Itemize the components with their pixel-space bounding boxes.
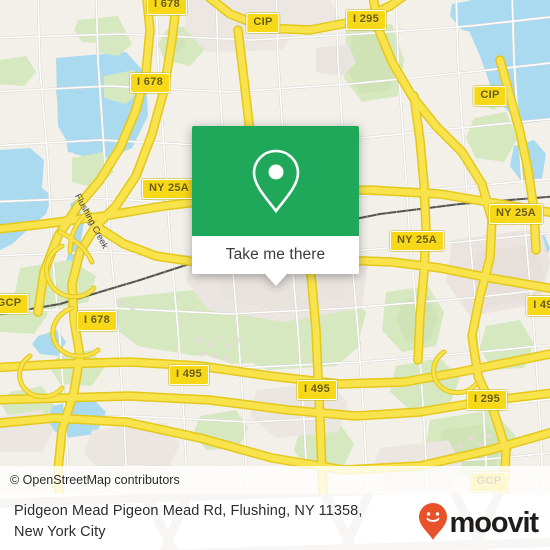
address-line-1: Pidgeon Mead Pigeon Mead Rd, Flushing, N…: [14, 503, 363, 520]
road-shield-cip-east: CIP: [473, 86, 507, 106]
location-address: Pidgeon Mead Pigeon Mead Rd, Flushing, N…: [14, 501, 410, 542]
road-shield-i495-mid: I 495: [297, 380, 337, 400]
road-shield-cip-north: CIP: [246, 13, 280, 33]
road-shield-i678-north: I 678: [147, 0, 187, 15]
screenshot-root: Flushing Creek I 678 CIP I 295 CIP I 678…: [0, 0, 550, 550]
popup-pointer-tail: [264, 274, 287, 286]
road-shield-ny25a-east: NY 25A: [488, 204, 544, 224]
moovit-wordmark: moovit: [449, 506, 540, 539]
footer-content: Pidgeon Mead Pigeon Mead Rd, Flushing, N…: [0, 494, 550, 550]
osm-attribution-text[interactable]: © OpenStreetMap contributors: [10, 473, 180, 487]
map-attribution-bar: © OpenStreetMap contributors: [0, 466, 550, 494]
road-shield-i295-north: I 295: [346, 10, 386, 30]
popup-pin-panel: [192, 126, 359, 236]
map-pin-icon: [252, 149, 299, 214]
footer-bar: Pidgeon Mead Pigeon Mead Rd, Flushing, N…: [0, 494, 550, 550]
road-shield-ny25a-west: NY 25A: [141, 179, 197, 199]
moovit-smiley-pin-icon: [418, 503, 447, 540]
address-line-2: New York City: [14, 524, 106, 540]
road-shield-i495-east: I 49: [526, 296, 550, 316]
road-shield-i295-south: I 295: [467, 390, 507, 410]
take-me-there-button[interactable]: Take me there: [192, 236, 359, 274]
moovit-brand[interactable]: moovit: [418, 502, 542, 542]
road-shield-ny25a-mid: NY 25A: [389, 231, 445, 251]
road-shield-i678-mid: I 678: [130, 73, 170, 93]
road-shield-gcp-west: GCP: [0, 294, 29, 314]
road-shield-i678-south: I 678: [77, 311, 117, 331]
road-shield-i495-west: I 495: [169, 365, 209, 385]
location-popup-card[interactable]: Take me there: [192, 126, 359, 286]
